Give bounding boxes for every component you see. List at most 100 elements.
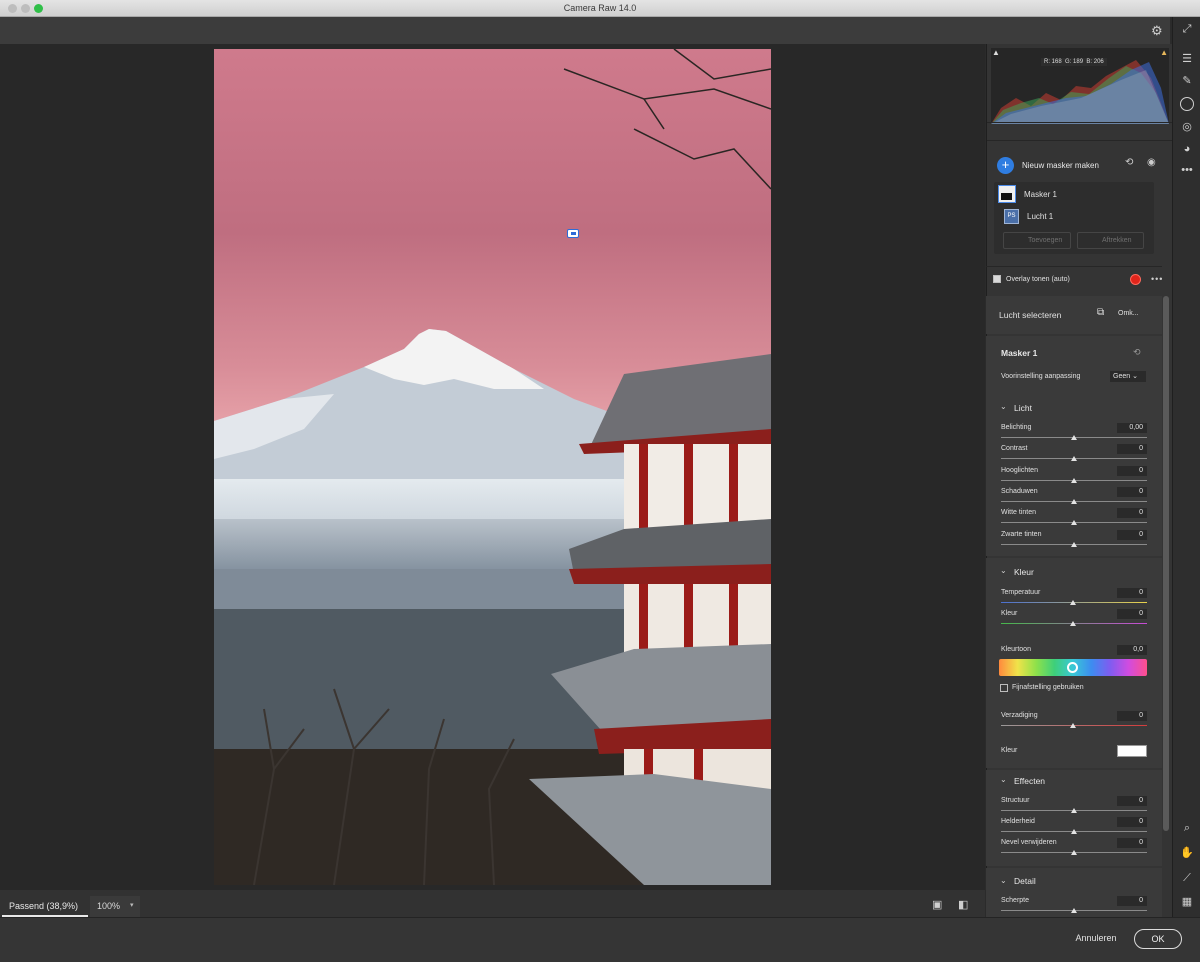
zoom-fit-button[interactable]: Passend (38,9%) [2, 896, 88, 917]
slider-value[interactable]: 0 [1117, 465, 1147, 476]
slider-label: Structuur [1001, 797, 1030, 804]
histogram: ▲ ▲ R: 168 G: 189 B: 206 [991, 48, 1169, 124]
slider-value[interactable]: 0 [1117, 796, 1147, 806]
more-icon[interactable]: ••• [1151, 274, 1163, 284]
gear-icon[interactable]: ⚙ [1151, 23, 1163, 39]
create-mask-button[interactable]: + [997, 157, 1014, 174]
slider-value[interactable]: 0 [1117, 486, 1147, 497]
divider [986, 266, 1162, 267]
circles-icon[interactable]: ◕ [1179, 143, 1195, 155]
slider-value[interactable]: 0 [1117, 529, 1147, 540]
rgb-readout: R: 168 G: 189 B: 206 [1041, 58, 1107, 66]
color-swatch[interactable] [1117, 745, 1147, 757]
more-icon[interactable]: ••• [1179, 164, 1195, 176]
slider-label: Witte tinten [1001, 509, 1037, 517]
overlay-color-swatch[interactable] [1130, 274, 1141, 285]
sky-mask-icon[interactable]: PS [1004, 209, 1019, 224]
hue-picker[interactable] [1067, 662, 1078, 673]
slider-label: Schaduwen [1001, 487, 1038, 495]
slider-value[interactable]: 0 [1117, 817, 1147, 827]
preset-dropdown[interactable]: Geen ⌄ [1110, 371, 1146, 382]
mask-item-masker-1[interactable]: Masker 1 [1024, 190, 1057, 199]
slider-thumb[interactable] [1071, 541, 1077, 547]
chevron-down-icon[interactable]: ▾ [130, 901, 134, 909]
eye-icon[interactable]: ◎ [1179, 120, 1195, 133]
ok-button[interactable]: OK [1134, 929, 1182, 949]
slider-value[interactable]: 0 [1117, 838, 1147, 848]
hue-value[interactable]: 0,0 [1117, 645, 1147, 655]
slider-thumb[interactable] [1071, 808, 1077, 813]
grid-icon[interactable]: ▦ [1179, 895, 1195, 908]
light-section-title[interactable]: Licht [1014, 403, 1032, 413]
window-titlebar: Camera Raw 14.0 [0, 0, 1200, 17]
temperature-value[interactable]: 0 [1117, 588, 1147, 598]
slider-value[interactable]: 0,00 [1117, 423, 1147, 433]
slider-value[interactable]: 0 [1117, 896, 1147, 906]
slider-thumb[interactable] [1071, 477, 1077, 483]
saturation-thumb[interactable] [1070, 723, 1076, 728]
photo-preview[interactable] [214, 49, 771, 885]
slider-label: Scherpte [1001, 897, 1030, 904]
reset-icon[interactable]: ⟲ [1125, 157, 1133, 168]
mask-icon[interactable] [1180, 97, 1194, 111]
slider-thumb[interactable] [1071, 850, 1077, 855]
slider-thumb[interactable] [1071, 829, 1077, 834]
saturation-value[interactable]: 0 [1117, 711, 1147, 721]
slider-thumb[interactable] [1071, 435, 1077, 440]
color-swatch-label: Kleur [1001, 747, 1018, 754]
sliders-icon[interactable]: ☰ [1179, 52, 1195, 65]
expand-icon[interactable]: ⤢ [1179, 23, 1195, 36]
fine-adjust-checkbox[interactable] [1000, 684, 1008, 692]
visibility-icon[interactable]: ◉ [1147, 157, 1156, 168]
slider-label: Zwarte tinten [1001, 530, 1042, 538]
divider [987, 122, 1172, 123]
detail-section-title[interactable]: Detail [1014, 876, 1036, 886]
saturation-label: Verzadiging [1001, 712, 1038, 719]
slider-label: Hooglichten [1001, 466, 1038, 474]
before-after-icon[interactable]: ◧ [958, 898, 968, 911]
chevron-down-icon[interactable]: ⌄ [1000, 402, 1007, 411]
overlay-label: Overlay tonen (auto) [1006, 276, 1070, 283]
slider-thumb[interactable] [1071, 456, 1077, 462]
panel-scrollbar[interactable] [1163, 296, 1169, 831]
brush-icon[interactable]: ✎ [1179, 74, 1195, 87]
magnifier-icon[interactable]: ⌕ [1179, 822, 1195, 835]
single-view-icon[interactable]: ▣ [932, 898, 942, 911]
reset-mask-icon[interactable]: ⟲ [1133, 347, 1141, 358]
highlight-clipping-icon[interactable]: ▲ [1160, 48, 1168, 57]
overlay-checkbox[interactable] [993, 275, 1001, 283]
invert-label[interactable]: Omk... [1118, 310, 1139, 317]
preset-label: Voorinstelling aanpassing [1001, 373, 1081, 380]
top-toolbar [0, 17, 1170, 44]
add-mask-button[interactable]: Toevoegen [1003, 232, 1071, 249]
slider-label: Contrast [1001, 445, 1028, 453]
cancel-button[interactable]: Annuleren [1062, 930, 1130, 948]
slider-thumb[interactable] [1071, 498, 1077, 504]
chevron-down-icon[interactable]: ⌄ [1000, 775, 1007, 784]
invert-icon[interactable]: ⧉ [1097, 307, 1104, 318]
chevron-down-icon[interactable]: ⌄ [1000, 876, 1007, 885]
mask-pin[interactable] [567, 229, 579, 238]
shadow-clipping-icon[interactable]: ▲ [992, 48, 1000, 57]
new-mask-label[interactable]: Nieuw masker maken [1022, 161, 1099, 170]
mask-thumbnail[interactable] [998, 185, 1016, 203]
mask-item-lucht-1[interactable]: Lucht 1 [1027, 212, 1053, 221]
sky-select-label: Lucht selecteren [999, 310, 1062, 320]
subtract-mask-button[interactable]: Aftrekken [1077, 232, 1144, 249]
slider-thumb[interactable] [1071, 908, 1077, 913]
slider-value[interactable]: 0 [1117, 444, 1147, 455]
hue-label: Kleurtoon [1001, 646, 1031, 653]
pagoda-illustration [529, 354, 771, 885]
hand-icon[interactable]: ✋ [1179, 846, 1195, 859]
slider-label: Belichting [1001, 424, 1032, 431]
mask-title: Masker 1 [1001, 348, 1038, 358]
slider-value[interactable]: 0 [1117, 508, 1147, 519]
tint-value[interactable]: 0 [1117, 609, 1147, 619]
eyedropper-icon[interactable]: ⟋ [1179, 872, 1195, 885]
temperature-thumb[interactable] [1070, 600, 1076, 605]
effects-section-title[interactable]: Effecten [1014, 776, 1045, 786]
chevron-down-icon[interactable]: ⌄ [1000, 566, 1007, 575]
slider-thumb[interactable] [1071, 520, 1077, 526]
tint-thumb[interactable] [1070, 621, 1076, 626]
color-section-title[interactable]: Kleur [1014, 567, 1034, 577]
